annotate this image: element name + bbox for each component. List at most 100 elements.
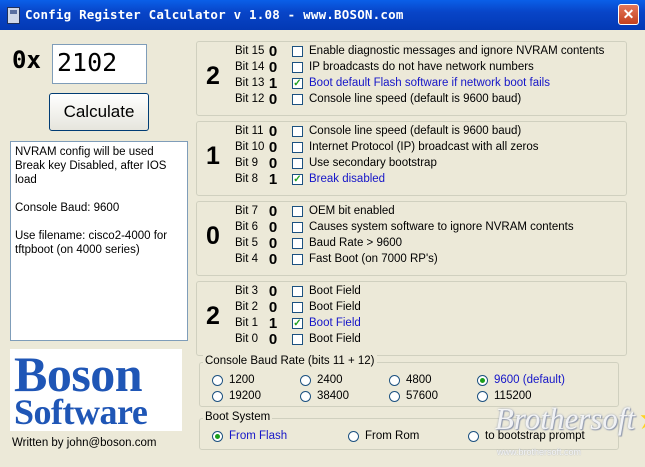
bit-label: Bit 2 [235, 301, 259, 313]
bit-description[interactable]: Console line speed (default is 9600 baud… [309, 93, 521, 105]
radio-button[interactable] [389, 391, 400, 402]
bit-label: Bit 5 [235, 237, 259, 249]
bit-row: Bit 15 0 Enable diagnostic messages and … [197, 43, 627, 60]
bit-row: Bit 1 1 ✓ Boot Field [197, 315, 627, 332]
hex-prefix: 0x [12, 46, 41, 74]
bit-value: 0 [268, 43, 278, 60]
bit-value: 1 [268, 171, 278, 188]
bit-row: Bit 3 0 Boot Field [197, 283, 627, 300]
radio-button[interactable] [212, 431, 223, 442]
bit-row: Bit 13 1 ✓ Boot default Flash software i… [197, 75, 627, 92]
bit-description[interactable]: Causes system software to ignore NVRAM c… [309, 221, 574, 233]
nibble-group-bits-3-0: 2 Bit 3 0 Boot Field Bit 2 0 Boot Field … [196, 281, 627, 356]
bit-checkbox[interactable] [292, 254, 303, 265]
radio-button[interactable] [212, 391, 223, 402]
bit-row: Bit 10 0 Internet Protocol (IP) broadcas… [197, 139, 627, 156]
bit-checkbox[interactable] [292, 222, 303, 233]
radio-button[interactable] [300, 375, 311, 386]
bit-value: 0 [268, 139, 278, 156]
bit-label: Bit 1 [235, 317, 259, 329]
bit-value: 0 [268, 251, 278, 268]
bit-description[interactable]: Boot Field [309, 333, 361, 345]
bit-description[interactable]: Use secondary bootstrap [309, 157, 437, 169]
bit-description[interactable]: Boot Field [309, 317, 361, 329]
radio-button[interactable] [477, 375, 488, 386]
app-icon [7, 7, 20, 24]
bit-value: 0 [268, 123, 278, 140]
bit-description[interactable]: Fast Boot (on 7000 RP's) [309, 253, 438, 265]
bit-checkbox[interactable] [292, 46, 303, 57]
bit-value: 0 [268, 219, 278, 236]
bit-description[interactable]: Boot default Flash software if network b… [309, 77, 550, 89]
bit-row: Bit 11 0 Console line speed (default is … [197, 123, 627, 140]
radio-label: 38400 [317, 390, 349, 402]
bit-description[interactable]: Break disabled [309, 173, 385, 185]
bit-row: Bit 7 0 OEM bit enabled [197, 203, 627, 220]
bit-checkbox[interactable]: ✓ [292, 174, 303, 185]
brothersoft-watermark: Brothersoft★ [495, 401, 645, 437]
bit-label: Bit 13 [235, 77, 265, 89]
bit-value: 0 [268, 283, 278, 300]
bit-description[interactable]: Internet Protocol (IP) broadcast with al… [309, 141, 538, 153]
bit-checkbox[interactable] [292, 206, 303, 217]
bit-description[interactable]: Boot Field [309, 301, 361, 313]
bit-label: Bit 6 [235, 221, 259, 233]
bit-checkbox[interactable]: ✓ [292, 318, 303, 329]
bit-checkbox[interactable] [292, 94, 303, 105]
bit-value: 0 [268, 91, 278, 108]
radio-button[interactable] [212, 375, 223, 386]
bit-checkbox[interactable]: ✓ [292, 78, 303, 89]
bit-label: Bit 10 [235, 141, 265, 153]
bit-checkbox[interactable] [292, 238, 303, 249]
result-textbox[interactable]: NVRAM config will be used Break key Disa… [10, 141, 188, 341]
boson-logo: Boson Software [10, 346, 182, 432]
bit-checkbox[interactable] [292, 286, 303, 297]
bit-row: Bit 6 0 Causes system software to ignore… [197, 219, 627, 236]
nibble-group-bits-7-4: 0 Bit 7 0 OEM bit enabled Bit 6 0 Causes… [196, 201, 627, 276]
baud-group-title: Console Baud Rate (bits 11 + 12) [203, 355, 377, 367]
bit-label: Bit 0 [235, 333, 259, 345]
bit-row: Bit 2 0 Boot Field [197, 299, 627, 316]
config-register-input[interactable]: 2102 [52, 44, 147, 84]
radio-button[interactable] [348, 431, 359, 442]
bit-checkbox[interactable] [292, 142, 303, 153]
bit-label: Bit 3 [235, 285, 259, 297]
watermark-url: www.brothersoft.com [497, 447, 582, 457]
bit-row: Bit 9 0 Use secondary bootstrap [197, 155, 627, 172]
radio-button[interactable] [477, 391, 488, 402]
radio-label: 57600 [406, 390, 438, 402]
bit-description[interactable]: Console line speed (default is 9600 baud… [309, 125, 521, 137]
close-button[interactable]: ✕ [618, 4, 639, 25]
bit-checkbox[interactable] [292, 302, 303, 313]
radio-button[interactable] [389, 375, 400, 386]
bit-value: 0 [268, 59, 278, 76]
bit-description[interactable]: OEM bit enabled [309, 205, 395, 217]
bit-description[interactable]: Baud Rate > 9600 [309, 237, 402, 249]
window-title: Config Register Calculator v 1.08 - www.… [25, 7, 404, 22]
bit-checkbox[interactable] [292, 334, 303, 345]
title-bar[interactable]: Config Register Calculator v 1.08 - www.… [0, 0, 645, 30]
boot-group-title: Boot System [203, 411, 273, 423]
radio-button[interactable] [300, 391, 311, 402]
author-credit: Written by john@boson.com [12, 437, 157, 449]
bit-label: Bit 8 [235, 173, 259, 185]
bit-value: 1 [268, 75, 278, 92]
bit-checkbox[interactable] [292, 158, 303, 169]
radio-label: From Rom [365, 430, 420, 442]
radio-label: 2400 [317, 374, 343, 386]
bit-checkbox[interactable] [292, 126, 303, 137]
radio-label: 4800 [406, 374, 432, 386]
bit-value: 0 [268, 331, 278, 348]
bit-value: 0 [268, 155, 278, 172]
calculate-button[interactable]: Calculate [49, 93, 149, 131]
bit-description[interactable]: Enable diagnostic messages and ignore NV… [309, 45, 604, 57]
bit-value: 0 [268, 235, 278, 252]
bit-description[interactable]: Boot Field [309, 285, 361, 297]
radio-button[interactable] [468, 431, 479, 442]
bit-label: Bit 4 [235, 253, 259, 265]
bit-checkbox[interactable] [292, 62, 303, 73]
nibble-group-bits-15-12: 2 Bit 15 0 Enable diagnostic messages an… [196, 41, 627, 116]
radio-label: 9600 (default) [494, 374, 565, 386]
bit-label: Bit 15 [235, 45, 265, 57]
bit-description[interactable]: IP broadcasts do not have network number… [309, 61, 534, 73]
